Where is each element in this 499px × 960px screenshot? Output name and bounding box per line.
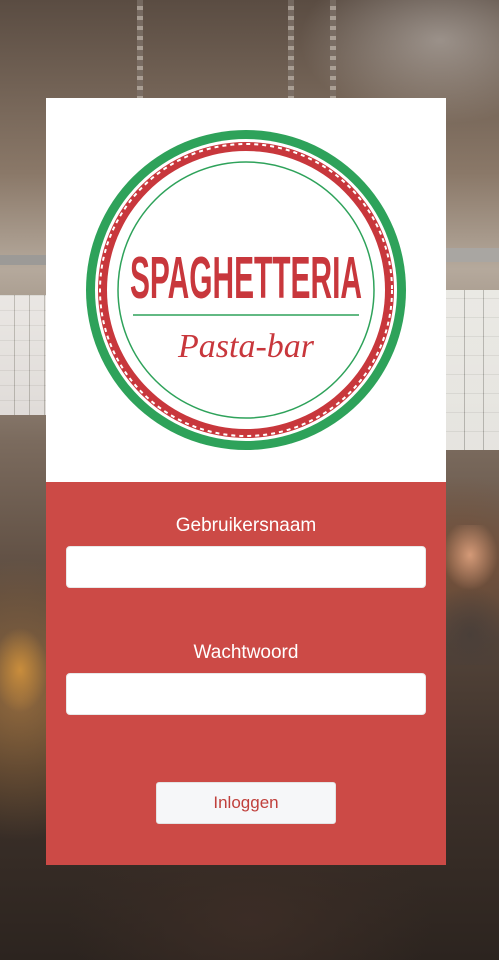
- username-label: Gebruikersnaam: [175, 515, 317, 536]
- username-input[interactable]: [66, 546, 426, 588]
- login-button[interactable]: Inloggen: [156, 782, 336, 824]
- logo-subtitle: Pasta-bar: [177, 328, 315, 365]
- logo-title: SPAGHETTERIA: [130, 245, 362, 311]
- login-card: SPAGHETTERIA Pasta-bar Gebruikersnaam Wa…: [46, 98, 446, 865]
- login-form: Gebruikersnaam Wachtwoord Inloggen: [46, 482, 446, 865]
- password-label: Wachtwoord: [193, 642, 299, 663]
- logo-panel: SPAGHETTERIA Pasta-bar: [46, 98, 446, 482]
- password-input[interactable]: [66, 673, 426, 715]
- spaghetteria-logo: SPAGHETTERIA Pasta-bar: [86, 130, 406, 450]
